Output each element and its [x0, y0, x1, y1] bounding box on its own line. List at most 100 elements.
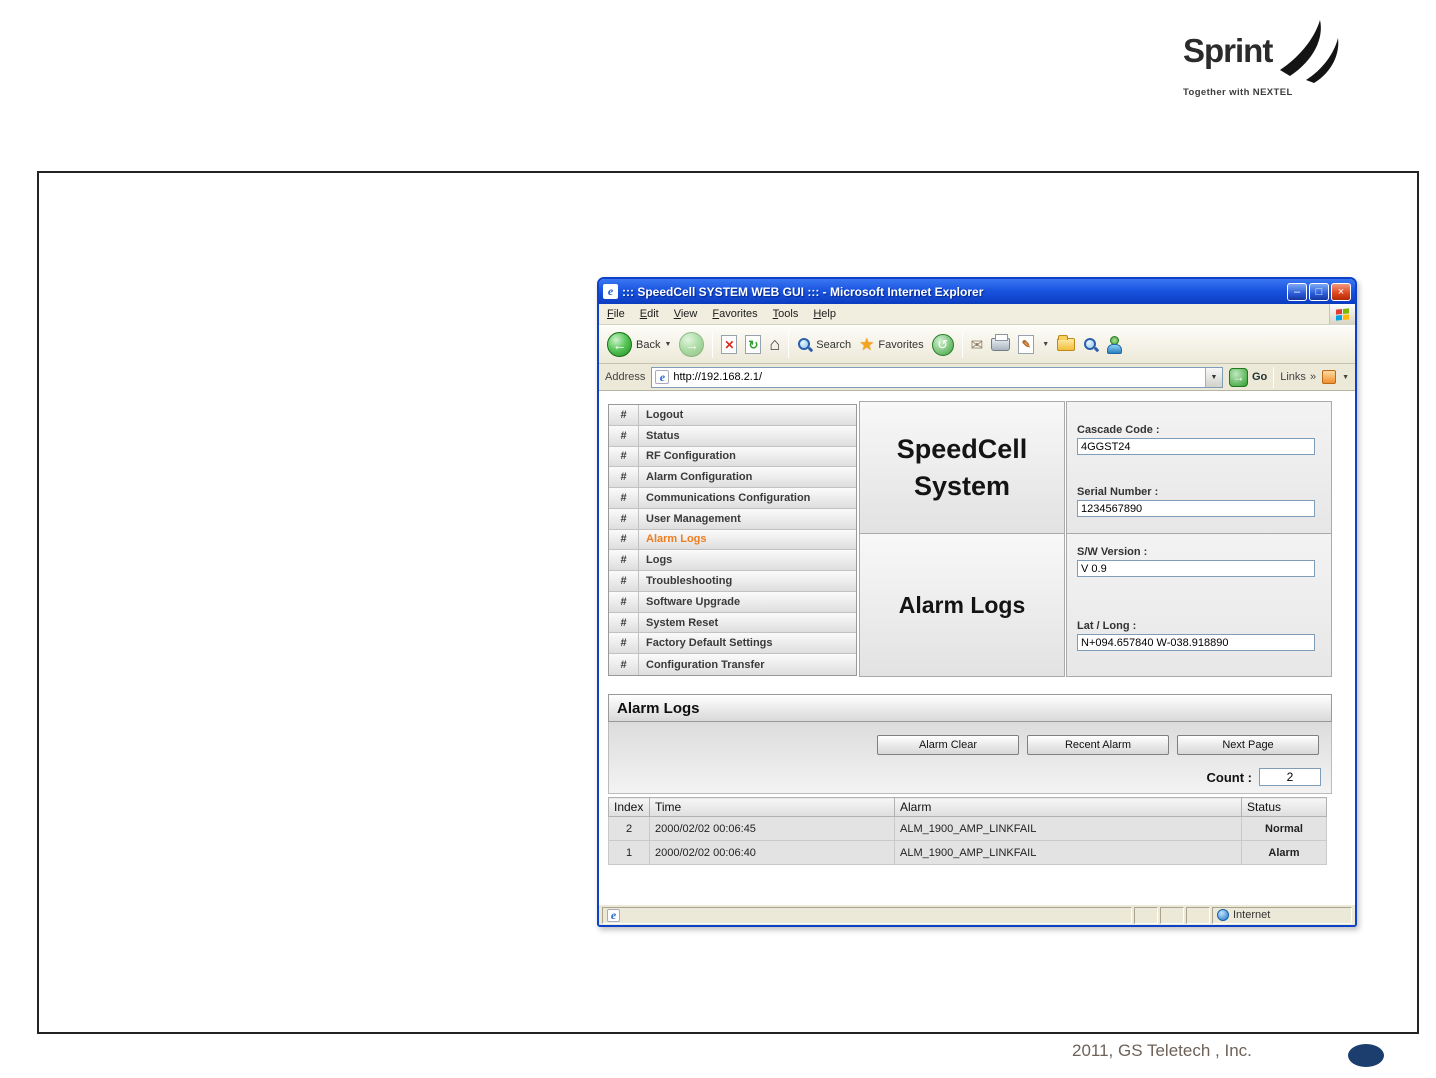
sw-version-label: S/W Version : [1077, 546, 1148, 559]
mail-button[interactable]: ✉ [971, 336, 984, 354]
browser-titlebar[interactable]: e ::: SpeedCell SYSTEM WEB GUI ::: - Mic… [599, 279, 1355, 304]
browser-addressbar: Address e http://192.168.2.1/ ▼ → Go Lin… [599, 364, 1355, 391]
close-button[interactable]: × [1331, 282, 1351, 301]
minimize-button[interactable]: – [1287, 282, 1307, 301]
menu-help[interactable]: Help [813, 308, 836, 320]
title-panel: SpeedCell System Alarm Logs [859, 401, 1065, 677]
cell-status: Alarm [1241, 840, 1327, 865]
browser-toolbar: ← Back ▼ → ✕ ↻ ⌂ Search ★ Favorites ↺ ✉ … [599, 325, 1355, 364]
go-button[interactable]: → Go [1228, 367, 1267, 387]
hash-bullet: # [609, 633, 639, 654]
statusbar-page-icon: e [607, 908, 620, 922]
research-button[interactable] [1083, 337, 1098, 352]
menu-file[interactable]: File [607, 308, 625, 320]
hash-bullet: # [609, 508, 639, 529]
cell-time: 2000/02/02 00:06:45 [649, 816, 895, 841]
hash-bullet: # [609, 591, 639, 612]
back-icon: ← [607, 332, 632, 357]
serial-number-field[interactable] [1077, 500, 1315, 517]
sw-version-field[interactable] [1077, 560, 1315, 578]
alarm-clear-button[interactable]: Alarm Clear [877, 735, 1019, 755]
history-button[interactable]: ↺ [931, 333, 954, 356]
page-content: # Logout # Status # RF Configuration # A… [599, 391, 1355, 904]
page-title: Alarm Logs [860, 534, 1064, 676]
window-title: ::: SpeedCell SYSTEM WEB GUI ::: - Micro… [622, 284, 984, 299]
cell-alarm: ALM_1900_AMP_LINKFAIL [894, 816, 1242, 841]
count-field[interactable] [1259, 768, 1321, 786]
favorites-label: Favorites [878, 338, 924, 351]
toolbar-separator [961, 331, 963, 358]
count-label: Count : [1206, 769, 1252, 785]
sidebar-item-logout[interactable]: # Logout [609, 405, 856, 426]
browser-statusbar: e Internet [599, 904, 1355, 925]
refresh-button[interactable]: ↻ [745, 335, 762, 354]
cell-alarm: ALM_1900_AMP_LINKFAIL [894, 840, 1242, 865]
col-header-index: Index [608, 797, 650, 817]
address-url: http://192.168.2.1/ [673, 371, 763, 383]
hash-bullet: # [609, 488, 639, 508]
sidebar-item-user-management[interactable]: # User Management [609, 508, 856, 530]
lat-long-field[interactable] [1077, 634, 1315, 652]
statusbar-main-segment: e [602, 906, 1132, 924]
table-header-row: Index Time Alarm Status [608, 797, 1327, 817]
addressbar-separator [1273, 366, 1275, 388]
links-dropdown-icon[interactable]: ▼ [1342, 374, 1349, 381]
address-dropdown-icon[interactable]: ▼ [1204, 367, 1222, 387]
refresh-icon: ↻ [748, 337, 759, 352]
sidebar-item-logs[interactable]: # Logs [609, 550, 856, 572]
menu-favorites[interactable]: Favorites [712, 308, 757, 320]
statusbar-segment [1186, 906, 1210, 924]
go-arrow-icon: → [1228, 367, 1248, 387]
recent-alarm-button[interactable]: Recent Alarm [1027, 735, 1169, 755]
table-row: 2 2000/02/02 00:06:45 ALM_1900_AMP_LINKF… [608, 816, 1327, 841]
search-button[interactable]: Search [797, 337, 851, 352]
address-input[interactable]: e http://192.168.2.1/ ▼ [651, 366, 1223, 388]
sidebar-menu: # Logout # Status # RF Configuration # A… [608, 404, 857, 676]
forward-icon: → [679, 332, 705, 357]
sidebar-item-status[interactable]: # Status [609, 425, 856, 447]
sidebar-item-communications-configuration[interactable]: # Communications Configuration [609, 488, 856, 509]
print-button[interactable] [991, 334, 1011, 351]
search-icon [797, 337, 812, 352]
sidebar-item-troubleshooting[interactable]: # Troubleshooting [609, 571, 856, 592]
next-page-button[interactable]: Next Page [1177, 735, 1319, 755]
hash-bullet: # [609, 571, 639, 591]
page-number-marker [1348, 1044, 1384, 1067]
home-button[interactable]: ⌂ [769, 334, 780, 355]
stop-icon: ✕ [724, 337, 735, 352]
search-label: Search [816, 338, 852, 351]
alarm-log-table: Index Time Alarm Status 2 2000/02/02 00:… [608, 797, 1327, 865]
col-header-alarm: Alarm [894, 797, 1242, 817]
sidebar-item-factory-default-settings[interactable]: # Factory Default Settings [609, 633, 856, 655]
section-title: Alarm Logs [608, 694, 1332, 722]
toolbar-separator [712, 331, 714, 358]
back-button[interactable]: ← Back ▼ [607, 332, 671, 357]
links-button[interactable]: Links » [1280, 371, 1316, 383]
forward-button[interactable]: → [679, 332, 705, 357]
maximize-button[interactable]: □ [1309, 282, 1329, 301]
col-header-time: Time [649, 797, 895, 817]
favorites-button[interactable]: ★ Favorites [859, 336, 924, 353]
back-dropdown-icon[interactable]: ▼ [664, 341, 671, 348]
edit-button[interactable]: ✎ [1018, 335, 1035, 354]
toolbar-dropdown-icon[interactable]: ▼ [1042, 341, 1049, 348]
menu-view[interactable]: View [674, 308, 698, 320]
sidebar-item-configuration-transfer[interactable]: # Configuration Transfer [609, 654, 856, 675]
messenger-button[interactable] [1106, 336, 1123, 354]
sidebar-item-rf-configuration[interactable]: # RF Configuration [609, 446, 856, 468]
menu-edit[interactable]: Edit [640, 308, 659, 320]
links-bar-icon[interactable] [1322, 370, 1337, 384]
folders-button[interactable] [1057, 335, 1076, 351]
cascade-code-label: Cascade Code : [1077, 424, 1160, 436]
stop-button[interactable]: ✕ [721, 335, 738, 354]
sidebar-item-system-reset[interactable]: # System Reset [609, 612, 856, 634]
menu-tools[interactable]: Tools [773, 308, 799, 320]
sidebar-item-alarm-logs[interactable]: # Alarm Logs [609, 529, 856, 551]
serial-number-label: Serial Number : [1077, 486, 1159, 498]
statusbar-segment [1160, 906, 1184, 924]
sidebar-item-alarm-configuration[interactable]: # Alarm Configuration [609, 467, 856, 489]
hash-bullet: # [609, 612, 639, 633]
sidebar-item-software-upgrade[interactable]: # Software Upgrade [609, 591, 856, 613]
cascade-code-field[interactable] [1077, 438, 1315, 455]
address-label: Address [605, 371, 646, 383]
